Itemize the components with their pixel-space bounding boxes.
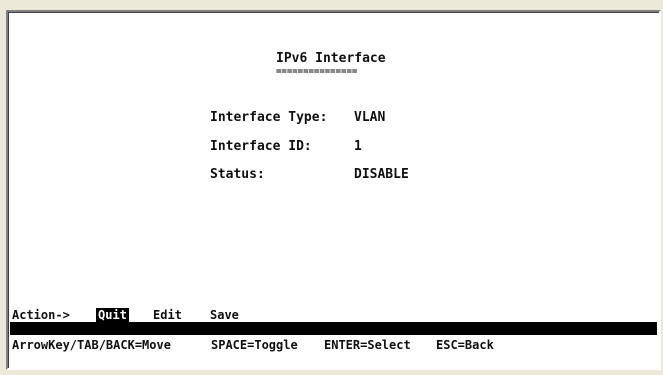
separator-bar [10,322,657,335]
help-back: ESC=Back [436,338,494,352]
help-toggle: SPACE=Toggle [211,338,298,352]
window-frame: IPv6 Interface =============== Interface… [0,0,663,375]
screen-title: IPv6 Interface [276,51,386,66]
action-prompt: Action-> [12,308,70,322]
menu-item-edit[interactable]: Edit [153,308,182,322]
field-label-interface-type: Interface Type: [210,110,328,125]
menu-item-quit-label: Quit [96,308,129,322]
help-move: ArrowKey/TAB/BACK=Move [12,338,171,352]
field-value-status[interactable]: DISABLE [354,167,409,182]
screen-title-underline: =============== [276,67,358,77]
menu-item-quit[interactable]: Quit [96,308,129,322]
field-label-status: Status: [210,167,265,182]
field-value-interface-id[interactable]: 1 [354,139,362,154]
menu-item-save[interactable]: Save [210,308,239,322]
field-label-interface-id: Interface ID: [210,139,312,154]
field-value-interface-type[interactable]: VLAN [354,110,385,125]
help-select: ENTER=Select [324,338,411,352]
terminal-screen: IPv6 Interface =============== Interface… [6,10,661,370]
